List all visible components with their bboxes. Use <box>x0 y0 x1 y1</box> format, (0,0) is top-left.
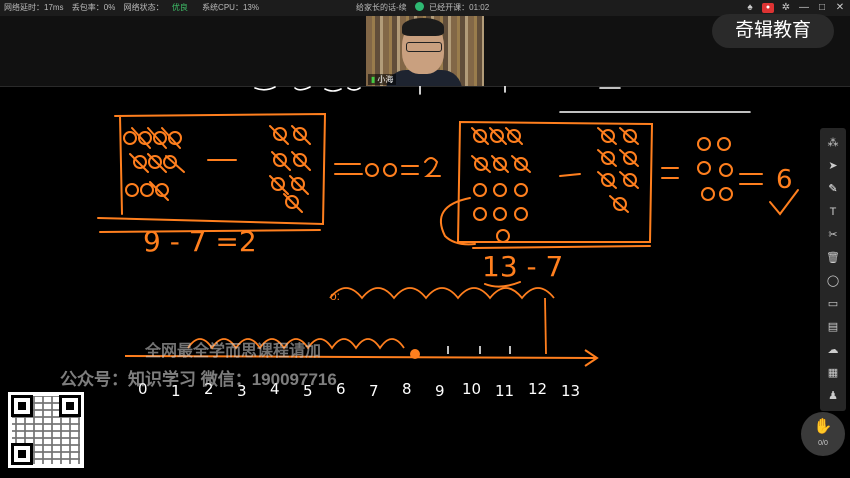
qr-finder-tl <box>11 395 33 417</box>
left-problem <box>97 112 441 233</box>
mic-icon: ▮ <box>371 75 376 84</box>
delete-tool[interactable]: 🗑 <box>822 247 844 269</box>
clock-icon <box>414 2 424 11</box>
status-bar: 网络延时：17ms 丢包率：0% 网络状态： 优良 系统CPU：13% 给家长的… <box>0 0 850 16</box>
pointer-tool[interactable]: ⁂ <box>822 132 844 154</box>
watermark-line-1: 全网最全学而思课程请加 <box>145 343 322 360</box>
right-box <box>456 120 654 243</box>
left-result <box>334 163 363 175</box>
latency-text: 网络延时：17ms <box>4 3 64 12</box>
network-status-value: 优良 <box>171 3 188 12</box>
camera-name-tag: ▮ 小海 <box>368 74 397 85</box>
drawing-toolbar: ⁂ ➤ ✎ T ✂ 🗑 ◯ ▭ ▤ ☁ ▦ ♟ <box>820 128 846 411</box>
elapsed-time: 已经开课：01:02 <box>429 3 490 12</box>
number-line-label: 9 <box>435 382 445 400</box>
number-line-label: 12 <box>528 380 547 398</box>
number-line-label: 11 <box>495 382 514 400</box>
cpu-text: 系统CPU：13% <box>202 3 259 12</box>
packet-loss-text: 丢包率：0% <box>71 3 116 12</box>
raise-hand-button[interactable]: ✋ 0/0 <box>801 412 845 456</box>
left-circles <box>123 125 311 213</box>
members-tool[interactable]: ♟ <box>822 385 844 407</box>
scissors-tool[interactable]: ✂ <box>822 224 844 246</box>
camera-name: 小海 <box>377 75 394 84</box>
hand-icon: ✋ <box>813 418 833 435</box>
formula-tool[interactable]: ▭ <box>822 293 844 315</box>
teacher-camera[interactable]: ▮ 小海 <box>366 16 484 86</box>
number-line-label: 7 <box>369 382 379 400</box>
number-line-label: 6 <box>336 380 346 398</box>
record-icon[interactable]: ● <box>762 3 774 13</box>
lesson-title: 给家长的话-续 <box>356 3 407 12</box>
teacher-glasses <box>406 42 442 52</box>
pen-tool[interactable]: ✎ <box>822 178 844 200</box>
number-line-label: 13 <box>561 382 580 400</box>
eraser-tool[interactable]: ◯ <box>822 270 844 292</box>
whiteboard[interactable]: 9 - 7 =2 6 13 - 7 o: 0 1 2 3 4 5 6 7 8 9… <box>0 86 820 478</box>
left-bottom-equation: 9 - 7 =2 <box>143 225 257 258</box>
right-equals <box>661 167 679 179</box>
top-stroke-2 <box>419 86 751 113</box>
network-label-text: 网络状态： <box>123 3 164 12</box>
watermark-line-2: 公众号：知识学习 微信：190097716 <box>60 370 337 389</box>
right-answer: 6 <box>776 165 793 195</box>
toolbox-tool[interactable]: ▦ <box>822 362 844 384</box>
chat-tool[interactable]: ▤ <box>822 316 844 338</box>
number-line-label: 10 <box>462 380 481 398</box>
text-tool[interactable]: T <box>822 201 844 223</box>
close-button[interactable]: ✕ <box>834 0 846 16</box>
laser-tool[interactable]: ➤ <box>822 155 844 177</box>
lesson-info: 给家长的话-续 已经开课：01:02 <box>356 0 489 16</box>
top-stroke-1 <box>254 86 361 92</box>
brand-logo: 奇辑教育 <box>712 14 834 48</box>
right-bottom-equation: 13 - 7 <box>482 250 563 283</box>
qr-finder-bl <box>11 443 33 465</box>
right-minus <box>559 173 581 177</box>
qr-code <box>8 392 84 468</box>
network-label: 网络状态： 优良 <box>124 3 194 12</box>
qr-finder-tr <box>59 395 81 417</box>
number-line-label: 8 <box>402 380 412 398</box>
teacher-hair <box>402 18 444 36</box>
network-stats: 网络延时：17ms 丢包率：0% 网络状态： 优良 系统CPU：13% <box>4 0 265 16</box>
cloud-tool[interactable]: ☁ <box>822 339 844 361</box>
number-line-point <box>410 349 420 359</box>
hand-count: 0/0 <box>818 440 828 447</box>
svg-text:o:: o: <box>330 289 340 303</box>
